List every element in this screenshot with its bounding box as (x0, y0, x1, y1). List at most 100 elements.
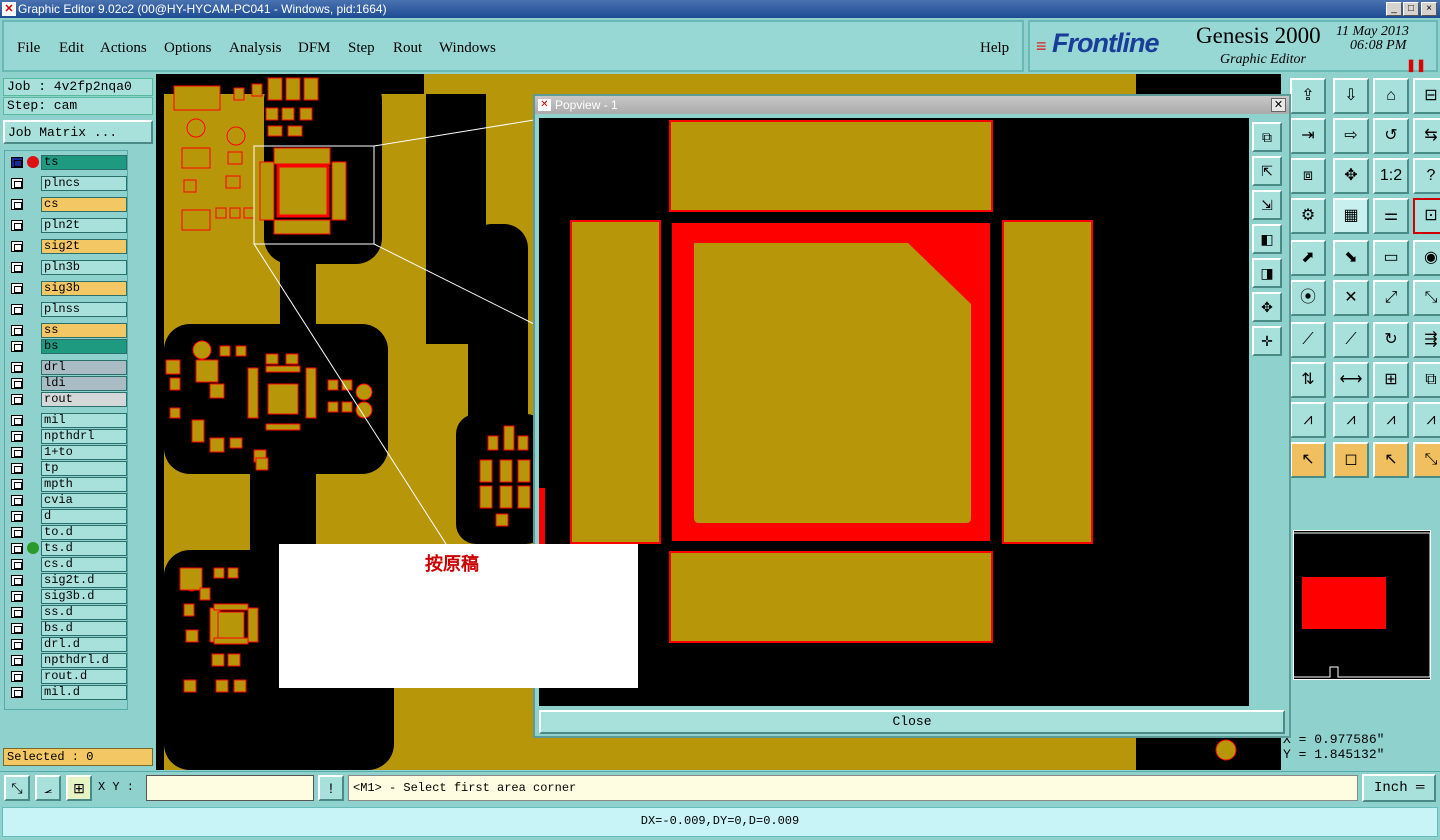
layer-row-1-to[interactable]: 1+to (7, 445, 127, 460)
layer-checkbox[interactable] (11, 575, 23, 586)
layer-row-sig3b[interactable]: sig3b (7, 281, 127, 296)
arc-icon[interactable]: ⤢ (1373, 280, 1409, 316)
layer-row-drl[interactable]: drl (7, 360, 127, 375)
layer-row-pln3b[interactable]: pln3b (7, 260, 127, 275)
measure-mode-icon[interactable]: ⦟ (35, 775, 61, 801)
layer-name[interactable]: cvia (41, 493, 127, 508)
popview-close-icon[interactable]: ✕ (1271, 98, 1286, 112)
layer-row-rout-d[interactable]: rout.d (7, 669, 127, 684)
unit-select[interactable]: Inch ═ (1362, 774, 1436, 802)
stack-icon[interactable]: ⇶ (1413, 322, 1440, 358)
layer-row-npthdrl-d[interactable]: npthdrl.d (7, 653, 127, 668)
layer-checkbox[interactable] (11, 304, 23, 315)
help-icon[interactable]: ? (1413, 158, 1440, 194)
popview-center-button[interactable]: ✥ (1252, 292, 1282, 322)
ruler-icon[interactable]: ▭ (1373, 240, 1409, 276)
alert-icon[interactable]: ! (318, 775, 344, 801)
pad-icon[interactable]: ⬈ (1290, 240, 1326, 276)
layer-checkbox[interactable] (11, 431, 23, 442)
layer-name[interactable]: tp (41, 461, 127, 476)
layer-row-mpth[interactable]: mpth (7, 477, 127, 492)
layer-row-sig2t-d[interactable]: sig2t.d (7, 573, 127, 588)
settings-icon[interactable]: ⚙ (1290, 198, 1326, 234)
layer-name[interactable]: mil.d (41, 685, 127, 700)
popview-canvas[interactable] (539, 118, 1249, 706)
layer-checkbox[interactable] (11, 527, 23, 538)
layer-name[interactable]: to.d (41, 525, 127, 540)
layer-row-drl-d[interactable]: drl.d (7, 637, 127, 652)
layer-checkbox[interactable] (11, 511, 23, 522)
popview-close-button[interactable]: Close (539, 710, 1285, 734)
layer-checkbox[interactable] (11, 463, 23, 474)
layer-checkbox[interactable] (11, 178, 23, 189)
menu-dfm[interactable]: DFM (298, 40, 331, 57)
layer-checkbox[interactable] (11, 623, 23, 634)
pointer-icon[interactable]: ↖ (1290, 442, 1326, 478)
overview-map[interactable] (1293, 530, 1431, 680)
layer-row-sig3b-d[interactable]: sig3b.d (7, 589, 127, 604)
layer-row-bs-d[interactable]: bs.d (7, 621, 127, 636)
layer-row-ts-d[interactable]: ts.d (7, 541, 127, 556)
layer-row-mil-d[interactable]: mil.d (7, 685, 127, 700)
layer-checkbox[interactable] (11, 479, 23, 490)
layer-row-bs[interactable]: bs (7, 339, 127, 354)
layer-checkbox[interactable] (11, 220, 23, 231)
layer-name[interactable]: drl.d (41, 637, 127, 652)
layer-checkbox[interactable] (11, 394, 23, 405)
scale-icon[interactable]: 1:2 (1373, 158, 1409, 194)
minimize-button[interactable]: _ (1386, 2, 1402, 16)
arrow-icon[interactable]: ⤡ (1413, 280, 1440, 316)
layer-row-cs[interactable]: cs (7, 197, 127, 212)
layers-icon[interactable]: ⚌ (1373, 198, 1409, 234)
popview-zoom-fit-button[interactable]: ⧉ (1252, 122, 1282, 152)
cross-icon[interactable]: ✕ (1333, 280, 1369, 316)
close-window-button[interactable]: × (1421, 2, 1437, 16)
snap-mode-icon[interactable]: ⤡ (4, 775, 30, 801)
layer-row-mil[interactable]: mil (7, 413, 127, 428)
triangle-icon[interactable]: ⩘ (1290, 402, 1326, 438)
layer-name[interactable]: mpth (41, 477, 127, 492)
layer-checkbox[interactable] (11, 262, 23, 273)
layer-checkbox[interactable] (11, 543, 23, 554)
grid-mode-icon[interactable]: ⊞ (66, 775, 92, 801)
layer-checkbox[interactable] (11, 378, 23, 389)
triangle-red-icon[interactable]: ⩘ (1333, 402, 1369, 438)
layer-name[interactable]: pln3b (41, 260, 127, 275)
layer-name[interactable]: npthdrl (41, 429, 127, 444)
menu-options[interactable]: Options (164, 40, 212, 57)
popview-pan-left-button[interactable]: ◧ (1252, 224, 1282, 254)
layer-row-npthdrl[interactable]: npthdrl (7, 429, 127, 444)
layer-checkbox[interactable] (11, 283, 23, 294)
mirror-icon[interactable]: ⇆ (1413, 118, 1440, 154)
layer-name[interactable]: sig2t.d (41, 573, 127, 588)
zoom-home-icon[interactable]: ⇪ (1290, 78, 1326, 114)
circle-pad-icon[interactable]: ◉ (1413, 240, 1440, 276)
layer-row-ss-d[interactable]: ss.d (7, 605, 127, 620)
layer-name[interactable]: ts.d (41, 541, 127, 556)
layer-row-tp[interactable]: tp (7, 461, 127, 476)
triangle-outline-icon[interactable]: ⩘ (1413, 402, 1440, 438)
move-icon[interactable]: ✥ (1333, 158, 1369, 194)
refresh-icon[interactable]: ↻ (1373, 322, 1409, 358)
layer-checkbox[interactable] (11, 559, 23, 570)
layer-checkbox[interactable] (11, 362, 23, 373)
layer-checkbox[interactable] (11, 157, 23, 168)
menu-actions[interactable]: Actions (100, 40, 147, 57)
layer-name[interactable]: bs (41, 339, 127, 354)
layer-name[interactable]: plncs (41, 176, 127, 191)
layer-name[interactable]: rout.d (41, 669, 127, 684)
flip-icon[interactable]: ⇅ (1290, 362, 1326, 398)
export-icon[interactable]: ⇨ (1333, 118, 1369, 154)
layer-checkbox[interactable] (11, 639, 23, 650)
layer-checkbox[interactable] (11, 241, 23, 252)
menu-analysis[interactable]: Analysis (229, 40, 282, 57)
layer-checkbox[interactable] (11, 671, 23, 682)
layer-name[interactable]: bs.d (41, 621, 127, 636)
draw-icon[interactable]: ⟋ (1333, 322, 1369, 358)
xy-input[interactable] (146, 775, 314, 801)
layer-name[interactable]: sig3b.d (41, 589, 127, 604)
snap-icon[interactable]: ⊡ (1413, 198, 1440, 234)
via-icon[interactable]: ⦿ (1290, 280, 1326, 316)
menu-windows[interactable]: Windows (439, 40, 496, 57)
menu-file[interactable]: File (17, 40, 40, 57)
